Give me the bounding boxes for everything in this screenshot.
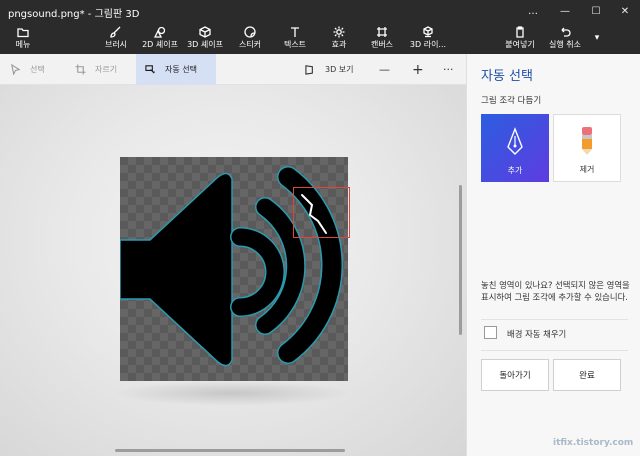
watermark: itfix.tistory.com [553,438,634,448]
shapes-2d-button[interactable]: 2D 셰이프 [140,22,180,54]
autofill-background-label: 배경 자동 채우기 [507,329,567,339]
hint-text: 놓친 영역이 있나요? 선택되지 않은 영역을 표시하여 그림 조각에 추가할 … [481,280,630,302]
autofill-background-checkbox[interactable] [484,326,497,339]
crop-icon [75,64,86,75]
menu-button[interactable]: 메뉴 [10,22,36,54]
select-tool[interactable]: 선택 [10,54,66,85]
3d-view-button[interactable]: 3D 보기 [305,54,365,85]
add-mode-button[interactable]: 추가 [481,114,549,182]
minimize-button[interactable]: — [550,0,580,22]
remove-mode-button[interactable]: 제거 [553,114,621,182]
back-button[interactable]: 돌아가기 [481,359,549,391]
paste-button[interactable]: 붙여넣기 [502,22,538,54]
3d-view-icon [305,65,313,75]
effects-button[interactable]: 효과 [325,22,353,54]
title-bar: pngsound.png* - 그림판 3D … — ☐ ✕ [0,0,640,22]
canvas-icon [377,27,387,37]
vertical-scrollbar[interactable] [459,185,462,335]
clipboard-icon [516,26,524,38]
done-button[interactable]: 완료 [553,359,621,391]
shapes-2d-icon [154,26,166,38]
maximize-button[interactable]: ☐ [581,0,611,22]
window-options-button[interactable]: … [518,0,548,22]
divider [481,350,628,351]
text-icon [291,27,299,37]
panel-title: 자동 선택 [481,69,533,84]
image-canvas[interactable] [120,157,348,381]
ribbon: 메뉴 브러시 2D 셰이프 3D 셰이프 스티커 텍스트 효과 캔버스 3D 라… [0,22,640,54]
pen-icon [507,127,523,155]
stickers-button[interactable]: 스티커 [235,22,265,54]
ribbon-more-button[interactable]: ▾ [590,22,604,54]
undo-button[interactable]: 실행 취소 [545,22,585,54]
horizontal-scrollbar[interactable] [115,449,345,452]
magic-select-icon [145,65,155,74]
magic-select-panel: 자동 선택 그림 조각 다듬기 추가 제거 놓친 영역이 있나요? 선택되지 않… [466,54,640,456]
sun-icon [333,26,345,38]
undo-icon [561,27,571,37]
panel-subtitle: 그림 조각 다듬기 [481,96,542,106]
more-options-button[interactable]: ··· [443,54,457,85]
zoom-out-button[interactable]: — [379,54,393,85]
zoom-in-button[interactable]: + [412,54,426,85]
canvas-area[interactable] [0,85,466,456]
cube-icon [199,26,211,38]
close-button[interactable]: ✕ [610,0,640,22]
eraser-icon [582,127,592,155]
canvas-button[interactable]: 캔버스 [368,22,396,54]
sticker-icon [244,26,256,38]
brush-icon [110,26,121,38]
folder-icon [17,28,29,38]
text-button[interactable]: 텍스트 [280,22,310,54]
window-title: pngsound.png* - 그림판 3D [8,9,140,20]
cursor-icon [11,64,21,75]
selection-toolbar: 선택 자르기 자동 선택 3D 보기 — + ··· [0,54,466,85]
canvas-shadow [112,380,352,406]
3d-library-icon [423,26,433,38]
3d-library-button[interactable]: 3D 라이... [408,22,448,54]
shapes-3d-button[interactable]: 3D 셰이프 [185,22,225,54]
brushes-button[interactable]: 브러시 [100,22,132,54]
divider [481,319,628,320]
magic-select-tool[interactable]: 자동 선택 [136,54,216,85]
crop-tool[interactable]: 자르기 [75,54,135,85]
